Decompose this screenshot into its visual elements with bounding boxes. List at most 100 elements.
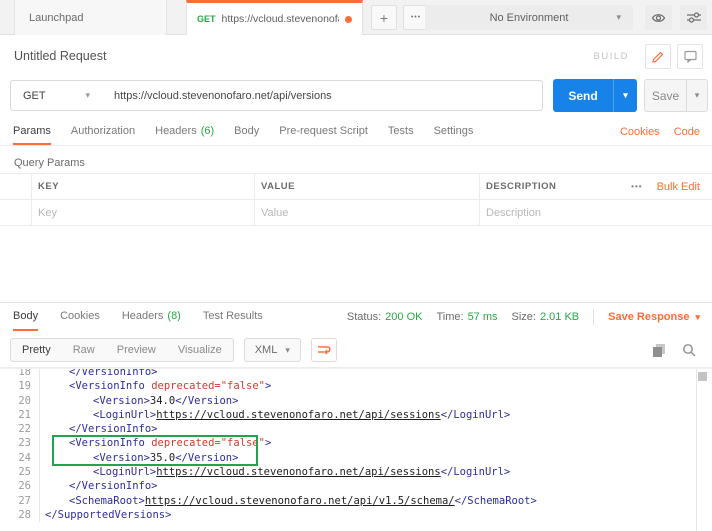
- code-line-25: 25<LoginUrl>https://vcloud.stevenonofaro…: [0, 465, 712, 479]
- divider: [593, 309, 594, 325]
- tab-tests[interactable]: Tests: [388, 118, 414, 145]
- view-tab-preview[interactable]: Preview: [106, 339, 167, 361]
- method-dropdown[interactable]: GET ▾: [10, 80, 103, 111]
- tab-params[interactable]: Params: [13, 118, 51, 145]
- wrap-lines-icon: [317, 344, 331, 356]
- save-options-button[interactable]: ▾: [686, 80, 707, 111]
- launchpad-tab-label: Launchpad: [29, 12, 83, 24]
- tab-headers[interactable]: Headers (6): [155, 118, 214, 145]
- save-split-button: Save ▾: [644, 79, 708, 112]
- column-options-button[interactable]: •••: [631, 182, 642, 191]
- description-column-header: DESCRIPTION ••• Bulk Edit: [479, 174, 712, 199]
- tab-label: Body: [13, 310, 38, 322]
- request-url-input[interactable]: https://vcloud.stevenonofaro.net/api/ver…: [102, 80, 543, 111]
- view-tab-raw[interactable]: Raw: [62, 339, 106, 361]
- response-tab-test-results[interactable]: Test Results: [203, 303, 263, 331]
- response-tab-body[interactable]: Body: [13, 303, 38, 331]
- time-badge: Time: 57 ms: [436, 311, 497, 323]
- copy-response-button[interactable]: [652, 343, 666, 357]
- status-label: Status:: [347, 311, 381, 323]
- response-toolbar: Pretty Raw Preview Visualize XML ▾: [0, 333, 712, 368]
- chevron-down-icon: ▾: [285, 345, 290, 356]
- app-tab-bar: Launchpad GET https://vcloud.stevenonofa…: [0, 0, 712, 35]
- send-options-button[interactable]: ▾: [613, 79, 637, 112]
- cookies-link[interactable]: Cookies: [620, 126, 660, 138]
- sliders-icon: [687, 11, 701, 24]
- request-title[interactable]: Untitled Request: [14, 49, 594, 63]
- tab-label: Tests: [388, 125, 414, 137]
- table-header-row: KEY VALUE DESCRIPTION ••• Bulk Edit: [0, 173, 712, 199]
- tab-active-request[interactable]: GET https://vcloud.stevenonofaro.n...: [186, 0, 363, 35]
- line-number: 23: [0, 436, 40, 450]
- status-badge: Status: 200 OK: [347, 311, 423, 323]
- save-button[interactable]: Save: [645, 80, 686, 111]
- code-line-18: 18</VersionInfo>: [0, 368, 712, 379]
- description-input[interactable]: Description: [479, 200, 712, 225]
- tab-launchpad[interactable]: Launchpad: [14, 0, 167, 35]
- key-input[interactable]: Key: [31, 200, 254, 225]
- chevron-down-icon: ▾: [695, 312, 700, 323]
- tab-label: Test Results: [203, 310, 263, 322]
- edit-request-button[interactable]: [645, 44, 671, 69]
- value-input[interactable]: Value: [254, 200, 479, 225]
- environment-quick-look-button[interactable]: [645, 5, 672, 30]
- pencil-icon: [652, 50, 665, 63]
- tab-pre-request-script[interactable]: Pre-request Script: [279, 118, 368, 145]
- tab-body[interactable]: Body: [234, 118, 259, 145]
- tab-authorization[interactable]: Authorization: [71, 118, 135, 145]
- copy-icon: [652, 343, 666, 357]
- new-tab-button[interactable]: +: [371, 5, 397, 30]
- code-line-26: 26</VersionInfo>: [0, 479, 712, 493]
- size-label: Size:: [512, 311, 536, 323]
- code-lines: 18</VersionInfo>19<VersionInfo deprecate…: [0, 368, 712, 522]
- chevron-down-icon: ▾: [85, 90, 90, 101]
- method-label: GET: [23, 90, 46, 102]
- search-response-button[interactable]: [682, 343, 696, 357]
- comment-icon: [684, 50, 697, 63]
- unsaved-indicator-dot: [345, 16, 352, 23]
- response-tab-cookies[interactable]: Cookies: [60, 303, 100, 331]
- value-column-header: VALUE: [254, 174, 479, 199]
- view-tab-visualize[interactable]: Visualize: [167, 339, 233, 361]
- response-tab-headers[interactable]: Headers (8): [122, 303, 181, 331]
- request-tabs: Params Authorization Headers (6) Body Pr…: [0, 118, 712, 146]
- code-line-19: 19<VersionInfo deprecated="false">: [0, 379, 712, 393]
- comments-button[interactable]: [677, 44, 703, 69]
- environment-selector[interactable]: No Environment ▾: [425, 5, 633, 30]
- code-line-27: 27<SchemaRoot>https://vcloud.stevenonofa…: [0, 494, 712, 508]
- format-dropdown[interactable]: XML ▾: [244, 338, 301, 362]
- request-url-value: https://vcloud.stevenonofaro.net/api/ver…: [114, 90, 332, 102]
- tab-label: Authorization: [71, 125, 135, 137]
- wrap-lines-button[interactable]: [311, 338, 337, 362]
- tab-method-badge: GET: [197, 14, 216, 24]
- build-mode-label: BUILD: [594, 51, 629, 62]
- search-icon: [682, 343, 696, 357]
- save-response-button[interactable]: Save Response ▾: [608, 311, 700, 323]
- response-headers-count-badge: (8): [167, 310, 180, 322]
- format-label: XML: [255, 344, 278, 356]
- eye-icon: [651, 12, 666, 24]
- code-line-22: 22</VersionInfo>: [0, 422, 712, 436]
- plus-icon: +: [380, 10, 388, 26]
- chevron-down-icon: ▾: [695, 90, 700, 101]
- tab-label: Settings: [434, 125, 474, 137]
- line-number: 28: [0, 508, 40, 522]
- view-tab-pretty[interactable]: Pretty: [11, 339, 62, 361]
- line-number: 18: [0, 368, 40, 379]
- size-value: 2.01 KB: [540, 311, 579, 323]
- code-link[interactable]: Code: [674, 126, 700, 138]
- code-line-20: 20<Version>34.0</Version>: [0, 394, 712, 408]
- size-badge: Size: 2.01 KB: [512, 311, 580, 323]
- send-split-button: Send ▾: [553, 79, 637, 112]
- description-header-label: DESCRIPTION: [486, 181, 556, 192]
- line-number: 21: [0, 408, 40, 422]
- tab-url-label: https://vcloud.stevenonofaro.n...: [222, 13, 339, 25]
- bulk-edit-link[interactable]: Bulk Edit: [657, 181, 700, 193]
- more-icon: •••: [411, 14, 421, 21]
- settings-sliders-button[interactable]: [680, 5, 707, 30]
- response-body-editor[interactable]: 18</VersionInfo>19<VersionInfo deprecate…: [0, 368, 712, 531]
- send-button[interactable]: Send: [553, 79, 613, 112]
- key-column-header: KEY: [31, 174, 254, 199]
- tab-settings[interactable]: Settings: [434, 118, 474, 145]
- scrollbar-thumb[interactable]: [698, 372, 707, 381]
